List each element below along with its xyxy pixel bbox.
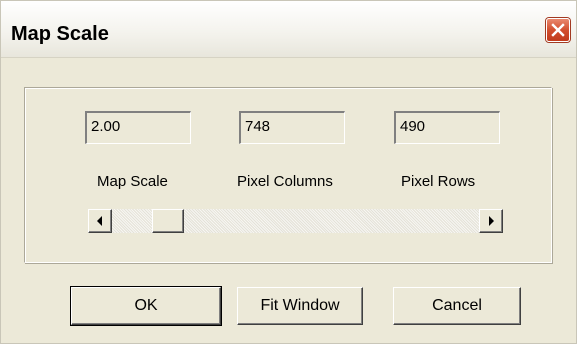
pixel-rows-value: 490: [394, 111, 500, 144]
map-scale-slider[interactable]: [88, 209, 503, 233]
map-scale-label: Map Scale: [97, 173, 168, 190]
pixel-rows-label: Pixel Rows: [401, 173, 476, 190]
pixel-columns-value: 748: [239, 111, 345, 144]
title-bar[interactable]: Map Scale: [1, 1, 576, 58]
map-scale-dialog: Map Scale 2.00 748 490 Map Scale Pixel C…: [0, 0, 577, 344]
scroll-right-button[interactable]: [479, 209, 503, 233]
arrow-right-icon: [489, 216, 494, 226]
slider-thumb[interactable]: [152, 209, 184, 233]
close-icon: [551, 23, 565, 37]
pixel-columns-label: Pixel Columns: [237, 173, 333, 190]
arrow-left-icon: [97, 216, 102, 226]
dialog-title: Map Scale: [11, 23, 109, 45]
map-scale-value: 2.00: [85, 111, 191, 144]
cancel-button[interactable]: Cancel: [393, 287, 521, 325]
scroll-left-button[interactable]: [88, 209, 112, 233]
ok-button[interactable]: OK: [70, 286, 222, 326]
close-button[interactable]: [546, 18, 570, 42]
fit-window-button[interactable]: Fit Window: [237, 287, 363, 325]
